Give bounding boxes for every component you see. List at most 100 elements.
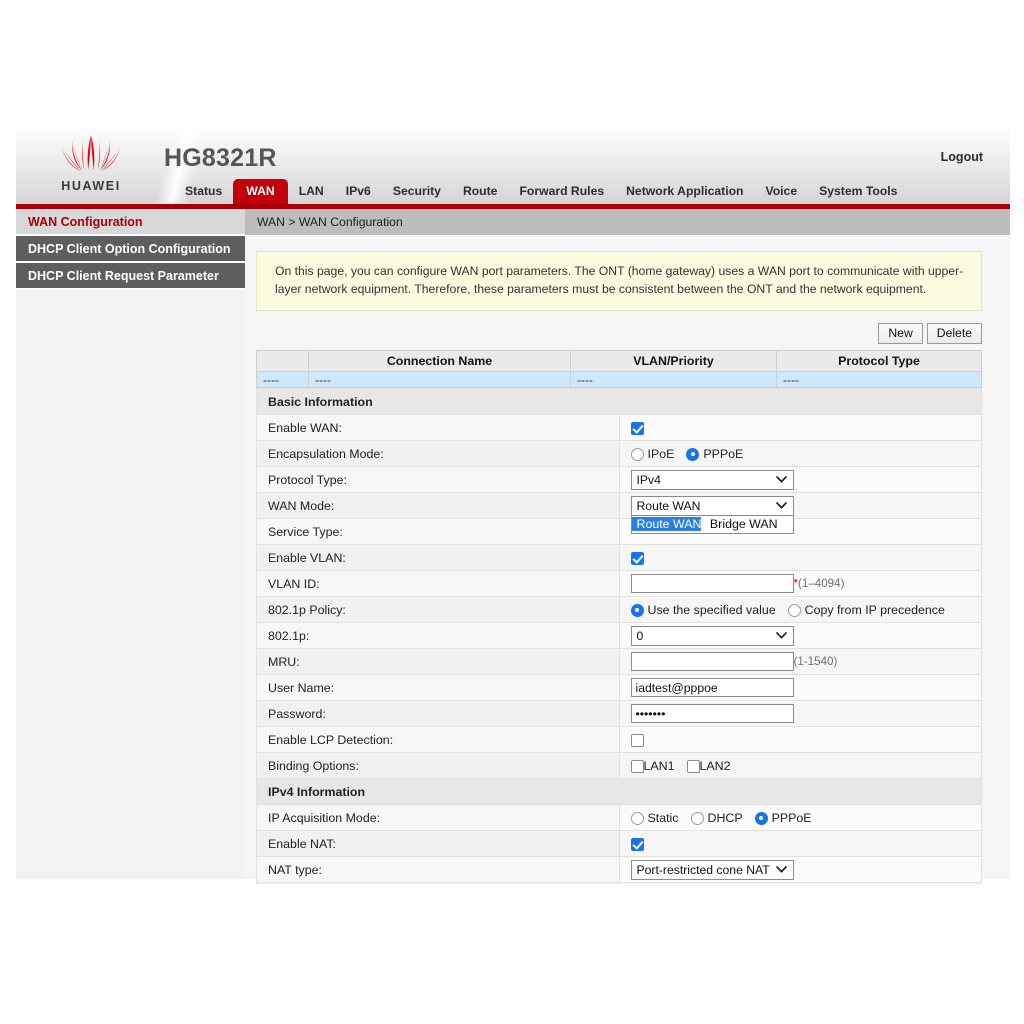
connection-table-head: Connection Name VLAN/Priority Protocol T… [256, 350, 982, 373]
value-dot1p: 0 [618, 622, 982, 650]
encapsulation-label-pppoe: PPPoE [703, 447, 744, 462]
encapsulation-radio-ipoe[interactable] [630, 447, 644, 461]
cell-select: ---- [256, 371, 309, 389]
new-button[interactable]: New [878, 323, 923, 345]
wan-mode-selected-value: Route WAN [636, 498, 701, 513]
section-basic-information-row: Basic Information [256, 388, 982, 416]
row-encapsulation-mode: Encapsulation Mode: IPoE PPPoE [256, 440, 982, 468]
enable-nat-checkbox[interactable] [630, 837, 644, 851]
label-enable-wan: Enable WAN: [256, 414, 620, 442]
ip-acquisition-radio-static[interactable] [630, 811, 644, 825]
binding-option-lan2-label: LAN2 [699, 759, 731, 774]
nat-type-select[interactable]: Port-restricted cone NAT [630, 859, 794, 880]
value-dialing-method: Automatic [618, 882, 982, 884]
col-connection-name: Connection Name [308, 350, 571, 373]
label-mru: MRU: [256, 648, 620, 676]
enable-lcp-detection-checkbox[interactable] [630, 733, 644, 747]
chevron-down-icon [775, 471, 787, 489]
value-enable-lcp-detection [618, 726, 982, 754]
ip-acquisition-label-static: Static [647, 811, 679, 826]
label-ip-acquisition-mode: IP Acquisition Mode: [256, 804, 620, 832]
sidebar-item-dhcp-client-request-parameter[interactable]: DHCP Client Request Parameter [16, 263, 245, 290]
nav-item-system-tools[interactable]: System Tools [808, 180, 908, 204]
section-ipv4-information-row: IPv4 Information [256, 778, 982, 806]
dot1p-select[interactable]: 0 [630, 625, 794, 646]
body-area: WAN Configuration DHCP Client Option Conf… [16, 209, 1010, 884]
ip-acquisition-radio-pppoe[interactable] [754, 811, 768, 825]
enable-vlan-checkbox[interactable] [630, 551, 644, 565]
wan-mode-select[interactable]: Route WAN [630, 495, 794, 516]
value-vlan-id: *(1–4094) [618, 570, 982, 598]
cell-vlan-priority: ---- [570, 371, 777, 389]
encapsulation-radio-pppoe[interactable] [686, 447, 700, 461]
sidebar-item-dhcp-client-option-configuration[interactable]: DHCP Client Option Configuration [16, 236, 245, 263]
label-dot1p-policy: 802.1p Policy: [256, 596, 620, 624]
cell-connection-name: ---- [308, 371, 571, 389]
breadcrumb: WAN > WAN Configuration [245, 209, 1010, 235]
nav-item-lan[interactable]: LAN [288, 180, 335, 204]
protocol-type-selected-value: IPv4 [636, 472, 661, 487]
wan-mode-option-route-wan[interactable]: Route WAN [631, 516, 702, 531]
label-encapsulation-mode: Encapsulation Mode: [256, 440, 620, 468]
dot1p-policy-radio-specified[interactable] [630, 603, 644, 617]
logout-link[interactable]: Logout [941, 150, 983, 164]
label-wan-mode: WAN Mode: [256, 492, 620, 520]
binding-option-lan1-checkbox[interactable] [630, 759, 644, 773]
binding-option-lan1-label: LAN1 [643, 759, 675, 774]
wan-mode-option-bridge-wan[interactable]: Bridge WAN [705, 517, 778, 531]
nav-item-forward-rules[interactable]: Forward Rules [508, 180, 615, 204]
row-enable-nat: Enable NAT: [256, 830, 982, 858]
nav-item-network-application[interactable]: Network Application [615, 180, 754, 204]
page-header: HUAWEI HG8321R Logout Status WAN LAN IPv6 Se… [16, 127, 1010, 209]
huawei-logo: HUAWEI [38, 132, 144, 202]
nav-item-status[interactable]: Status [174, 180, 233, 204]
sidebar-item-wan-configuration[interactable]: WAN Configuration [16, 209, 245, 236]
label-dot1p: 802.1p: [256, 622, 620, 650]
col-select [256, 350, 309, 373]
nav-item-wan[interactable]: WAN [233, 179, 288, 204]
wan-mode-option-list: Route WAN Bridge WAN [630, 515, 794, 534]
ip-acquisition-label-dhcp: DHCP [707, 811, 743, 826]
huawei-flower-icon [61, 135, 121, 172]
label-dialing-method: Dialing Method: [256, 882, 620, 884]
user-name-input[interactable] [630, 678, 794, 698]
value-user-name [618, 674, 982, 702]
value-nat-type: Port-restricted cone NAT [618, 856, 982, 884]
label-binding-options: Binding Options: [256, 752, 620, 780]
nav-item-security[interactable]: Security [382, 180, 452, 204]
device-model-title: HG8321R [164, 144, 277, 172]
value-mru: (1-1540) [618, 648, 982, 676]
nav-item-ipv6[interactable]: IPv6 [335, 180, 382, 204]
col-vlan-priority: VLAN/Priority [570, 350, 777, 373]
nav-item-route[interactable]: Route [452, 180, 509, 204]
enable-wan-checkbox[interactable] [630, 421, 644, 435]
value-enable-wan [618, 414, 982, 442]
ip-acquisition-label-pppoe: PPPoE [771, 811, 812, 826]
row-protocol-type: Protocol Type: IPv4 [256, 466, 982, 494]
vlan-id-input[interactable] [630, 574, 794, 594]
vlan-id-hint: (1–4094) [798, 577, 845, 591]
value-ip-acquisition-mode: Static DHCP PPPoE [618, 804, 982, 832]
row-dot1p: 802.1p: 0 [256, 622, 982, 650]
ip-acquisition-radio-dhcp[interactable] [690, 811, 704, 825]
chevron-down-icon [775, 627, 787, 645]
table-toolbar: New Delete [256, 323, 982, 345]
table-row[interactable]: ---- ---- ---- ---- [256, 371, 982, 389]
dot1p-policy-radio-copy[interactable] [787, 603, 801, 617]
label-service-type: Service Type: [256, 518, 620, 546]
delete-button[interactable]: Delete [926, 323, 982, 345]
info-notice: On this page, you can configure WAN port… [256, 251, 982, 312]
label-user-name: User Name: [256, 674, 620, 702]
protocol-type-select[interactable]: IPv4 [630, 469, 794, 490]
password-input[interactable] [630, 704, 794, 724]
nat-type-selected-value: Port-restricted cone NAT [636, 862, 770, 877]
row-vlan-id: VLAN ID: *(1–4094) [256, 570, 982, 598]
mru-input[interactable] [630, 652, 794, 672]
wan-settings-form: Basic Information Enable WAN: Encapsulat… [256, 388, 982, 884]
label-vlan-id: VLAN ID: [256, 570, 620, 598]
row-enable-lcp-detection: Enable LCP Detection: [256, 726, 982, 754]
label-enable-nat: Enable NAT: [256, 830, 620, 858]
nav-item-voice[interactable]: Voice [755, 180, 809, 204]
dot1p-policy-label-specified: Use the specified value [647, 603, 776, 618]
binding-option-lan2-checkbox[interactable] [686, 759, 700, 773]
